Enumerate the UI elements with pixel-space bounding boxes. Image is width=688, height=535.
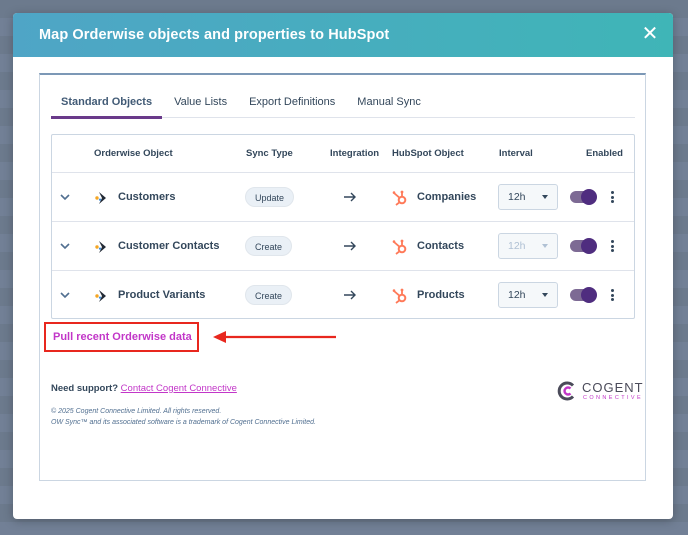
tab-bar: Standard Objects Value Lists Export Defi… [51,92,635,119]
header-interval: Interval [499,148,533,159]
toggle-knob [581,287,597,303]
tab-value-lists[interactable]: Value Lists [164,92,237,118]
hubspot-object-name: Companies [417,191,477,203]
interval-value: 12h [508,289,526,301]
chevron-down-icon[interactable] [58,239,72,253]
support-prefix: Need support? [51,383,119,394]
brand-subtitle: CONNECTIVE [583,395,644,401]
hubspot-object-name: Contacts [417,240,465,252]
annotation-arrow-icon [213,331,336,343]
content-frame: Standard Objects Value Lists Export Defi… [39,73,646,481]
arrow-right-icon [344,241,356,251]
contact-support-link[interactable]: Contact Cogent Connective [121,383,237,394]
modal-title: Map Orderwise objects and properties to … [39,27,390,43]
orderwise-object-name: Customer Contacts [118,240,220,252]
interval-select[interactable]: 12h [498,184,558,210]
more-options-icon[interactable] [607,189,617,205]
header-sync-type: Sync Type [246,148,293,159]
table-header: Orderwise Object Sync Type Integration H… [52,135,634,173]
table-row: Customers Update Companies 12h [52,173,634,222]
header-orderwise-object: Orderwise Object [94,148,173,159]
table-row: Customer Contacts Create Contacts 12h [52,222,634,271]
orderwise-logo-icon [95,241,106,253]
legal-notice: © 2025 Cogent Connective Limited. All ri… [51,406,316,428]
interval-select: 12h [498,233,558,259]
chevron-down-icon[interactable] [58,288,72,302]
caret-down-icon [542,293,548,297]
more-options-icon[interactable] [607,238,617,254]
object-mapping-table: Orderwise Object Sync Type Integration H… [51,134,635,319]
header-integration: Integration [330,148,380,159]
more-options-icon[interactable] [607,287,617,303]
enabled-toggle[interactable] [570,238,597,254]
header-enabled: Enabled [586,148,623,159]
toggle-knob [581,189,597,205]
sync-type-badge: Create [245,236,293,256]
cogent-logo-icon [557,381,575,401]
chevron-down-icon[interactable] [58,190,72,204]
hubspot-logo-icon [392,239,407,255]
sync-type-badge: Create [245,285,293,305]
orderwise-logo-icon [95,192,106,204]
orderwise-object-name: Product Variants [118,289,206,301]
enabled-toggle[interactable] [570,189,597,205]
arrow-right-icon [344,290,356,300]
enabled-toggle[interactable] [570,287,597,303]
tab-export-definitions[interactable]: Export Definitions [239,92,345,118]
orderwise-object-name: Customers [118,191,176,203]
toggle-knob [581,238,597,254]
hubspot-object-name: Products [417,289,465,301]
interval-value: 12h [508,240,526,252]
table-row: Product Variants Create Products 12h [52,271,634,320]
support-line: Need support? Contact Cogent Connective [51,383,237,394]
caret-down-icon [542,244,548,248]
pull-recent-data-link[interactable]: Pull recent Orderwise data [44,322,199,352]
header-hubspot-object: HubSpot Object [392,148,464,159]
interval-select[interactable]: 12h [498,282,558,308]
copyright-text: © 2025 Cogent Connective Limited. All ri… [51,408,222,415]
tab-manual-sync[interactable]: Manual Sync [347,92,431,118]
arrow-right-icon [344,192,356,202]
hubspot-logo-icon [392,288,407,304]
close-icon[interactable]: ✕ [641,24,659,44]
modal-header: Map Orderwise objects and properties to … [13,13,673,57]
map-objects-modal: Map Orderwise objects and properties to … [13,13,673,519]
caret-down-icon [542,195,548,199]
orderwise-logo-icon [95,290,106,302]
hubspot-logo-icon [392,190,407,206]
brand-name: COGENT [582,380,644,395]
trademark-text: OW Sync™ and its associated software is … [51,419,316,426]
interval-value: 12h [508,191,526,203]
sync-type-badge: Update [245,187,295,207]
tab-standard-objects[interactable]: Standard Objects [51,92,163,119]
